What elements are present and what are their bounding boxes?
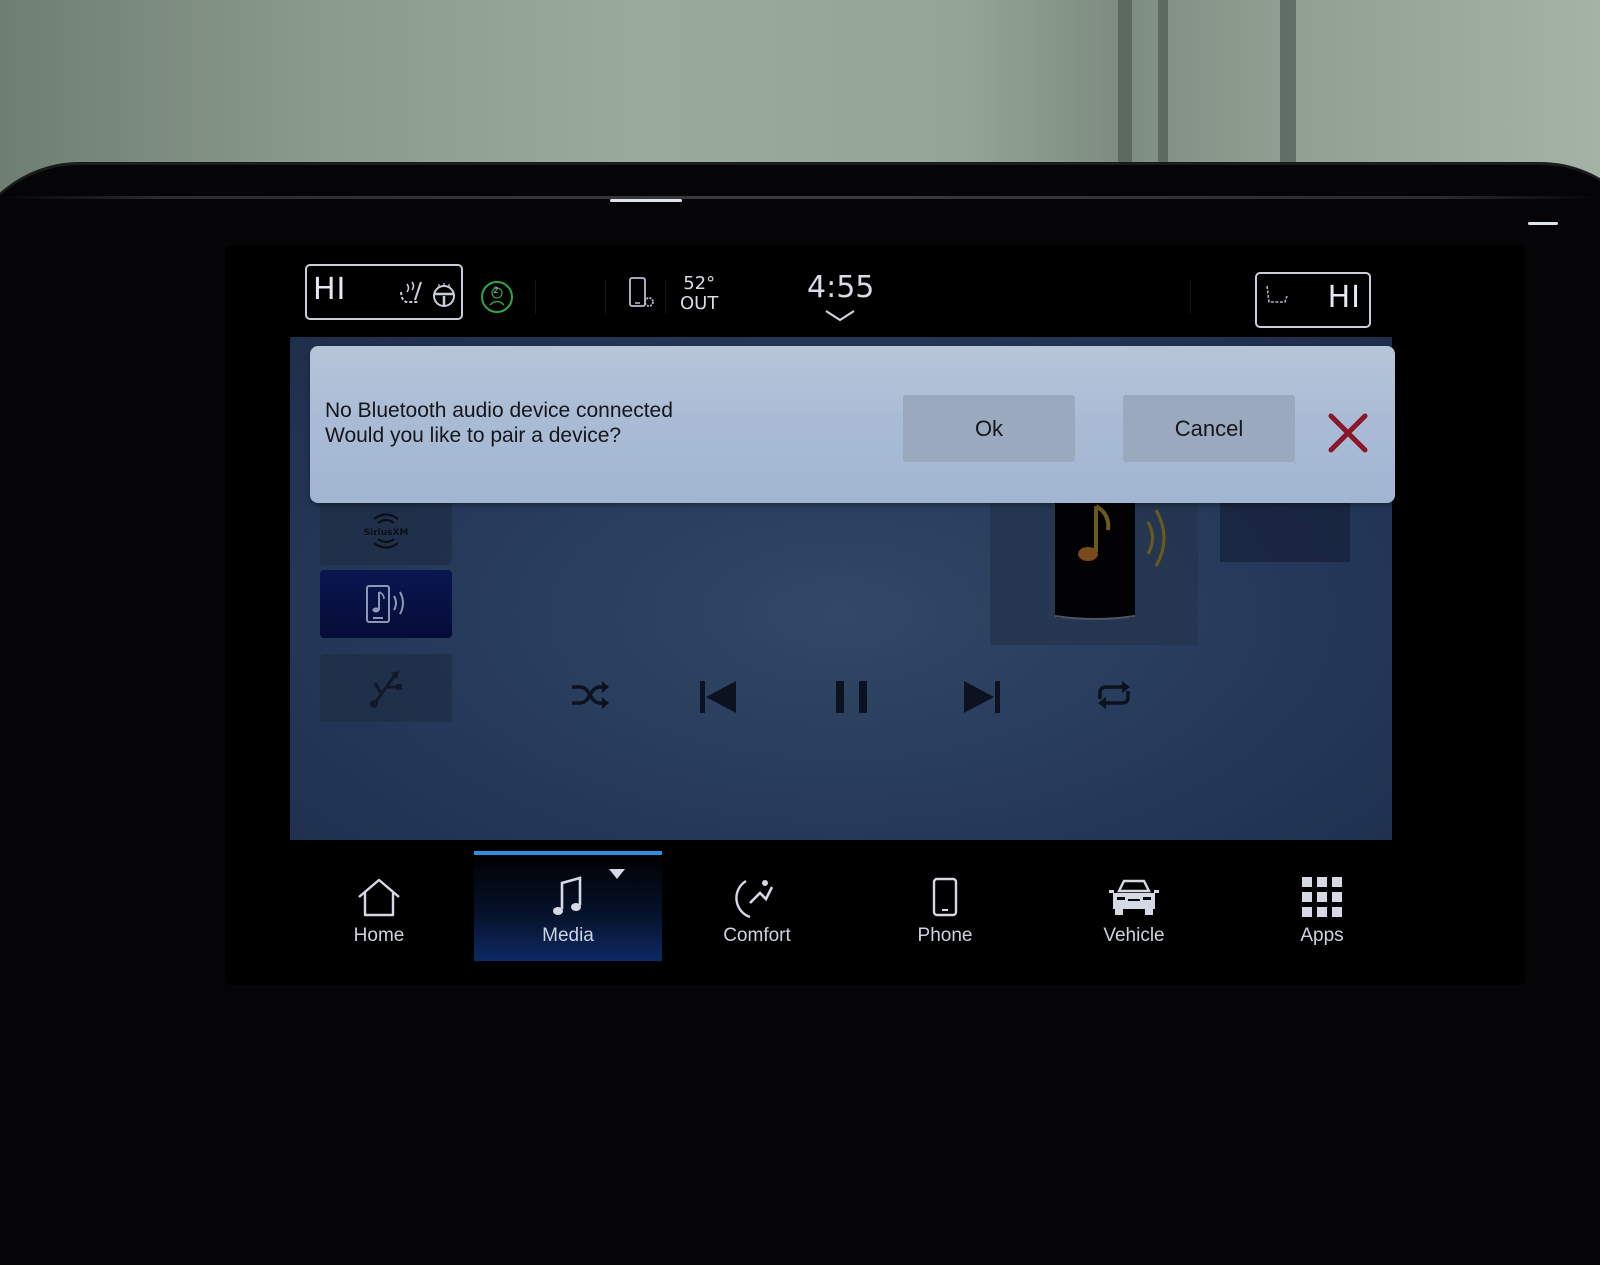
wall-stripe (1280, 0, 1296, 180)
bluetooth-audio-icon (366, 585, 404, 623)
driver-climate-button[interactable]: HI (305, 264, 463, 320)
clock[interactable]: 4:55 (807, 270, 874, 305)
source-siriusxm[interactable]: SiriusXM (320, 497, 452, 565)
outside-temp-label: OUT (680, 293, 719, 314)
heated-seat-icon (400, 281, 422, 303)
dialog-message-line2: Would you like to pair a device? (325, 424, 622, 447)
close-icon[interactable] (1327, 412, 1369, 454)
bluetooth-music-phone-icon (1054, 492, 1166, 620)
nav-label-home: Home (353, 925, 405, 946)
passenger-temp-setting: HI (1327, 280, 1361, 315)
chevron-down-icon[interactable] (823, 308, 857, 324)
divider (535, 280, 536, 314)
svg-text:SiriusXM: SiriusXM (364, 528, 409, 538)
pair-device-dialog: No Bluetooth audio device connected Woul… (310, 346, 1395, 503)
nav-item-vehicle[interactable]: Vehicle (1040, 853, 1228, 961)
divider (665, 280, 666, 314)
profile-number: 2 (493, 286, 499, 296)
passenger-climate-button[interactable]: HI (1255, 272, 1371, 328)
light-glint (610, 199, 682, 202)
shuffle-icon[interactable] (570, 677, 610, 713)
phone-icon (932, 877, 958, 917)
skip-next-icon[interactable] (962, 680, 1002, 714)
driver-temp-setting: HI (313, 272, 347, 307)
nav-label-apps: Apps (1300, 925, 1344, 946)
siriusxm-icon: SiriusXM (364, 513, 409, 549)
nav-item-comfort[interactable]: Comfort (663, 853, 851, 961)
passenger-seat-icon (1266, 285, 1288, 303)
outside-temperature: 52° OUT (680, 274, 718, 314)
source-bluetooth[interactable] (320, 570, 452, 638)
nav-label-vehicle: Vehicle (1103, 925, 1165, 946)
nav-item-apps[interactable]: Apps (1228, 853, 1416, 961)
status-bar: HI 2 52° OUT 4:55 HI (285, 260, 1395, 332)
ok-button[interactable]: Ok (903, 395, 1075, 462)
active-tab-indicator (474, 851, 662, 855)
nav-item-home[interactable]: Home (285, 853, 473, 961)
music-note-icon (553, 876, 582, 915)
source-usb[interactable] (320, 654, 452, 722)
usb-icon (370, 671, 402, 708)
skip-previous-icon[interactable] (698, 680, 738, 714)
outside-temp-value: 52° (683, 273, 716, 294)
wall-stripe (1118, 0, 1132, 180)
nav-label-phone: Phone (917, 925, 973, 946)
phone-settings-icon[interactable] (627, 276, 657, 318)
nav-item-phone[interactable]: Phone (851, 853, 1039, 961)
dialog-message: No Bluetooth audio device connected Woul… (325, 398, 673, 448)
vehicle-icon (1109, 879, 1159, 915)
album-art (990, 492, 1198, 645)
home-icon (358, 878, 400, 917)
media-dropdown-icon[interactable] (608, 868, 626, 880)
comfort-seat-icon (735, 879, 774, 919)
nav-item-media[interactable]: Media (474, 851, 662, 961)
pause-icon[interactable] (835, 680, 869, 714)
dialog-message-line1: No Bluetooth audio device connected (325, 399, 673, 422)
nav-label-comfort: Comfort (723, 925, 791, 946)
wall-stripe (1158, 0, 1168, 180)
divider (1190, 280, 1191, 314)
dashboard-edge (0, 196, 1600, 199)
apps-grid-icon (1302, 877, 1342, 917)
divider (605, 280, 606, 314)
bottom-navigation: Home Media Comfort Phone Vehicle Apps (285, 851, 1395, 963)
repeat-icon[interactable] (1094, 677, 1134, 713)
light-glint (1528, 222, 1558, 225)
nav-label-media: Media (542, 925, 594, 946)
cancel-button[interactable]: Cancel (1123, 395, 1295, 462)
heated-steering-wheel-icon (433, 283, 455, 307)
